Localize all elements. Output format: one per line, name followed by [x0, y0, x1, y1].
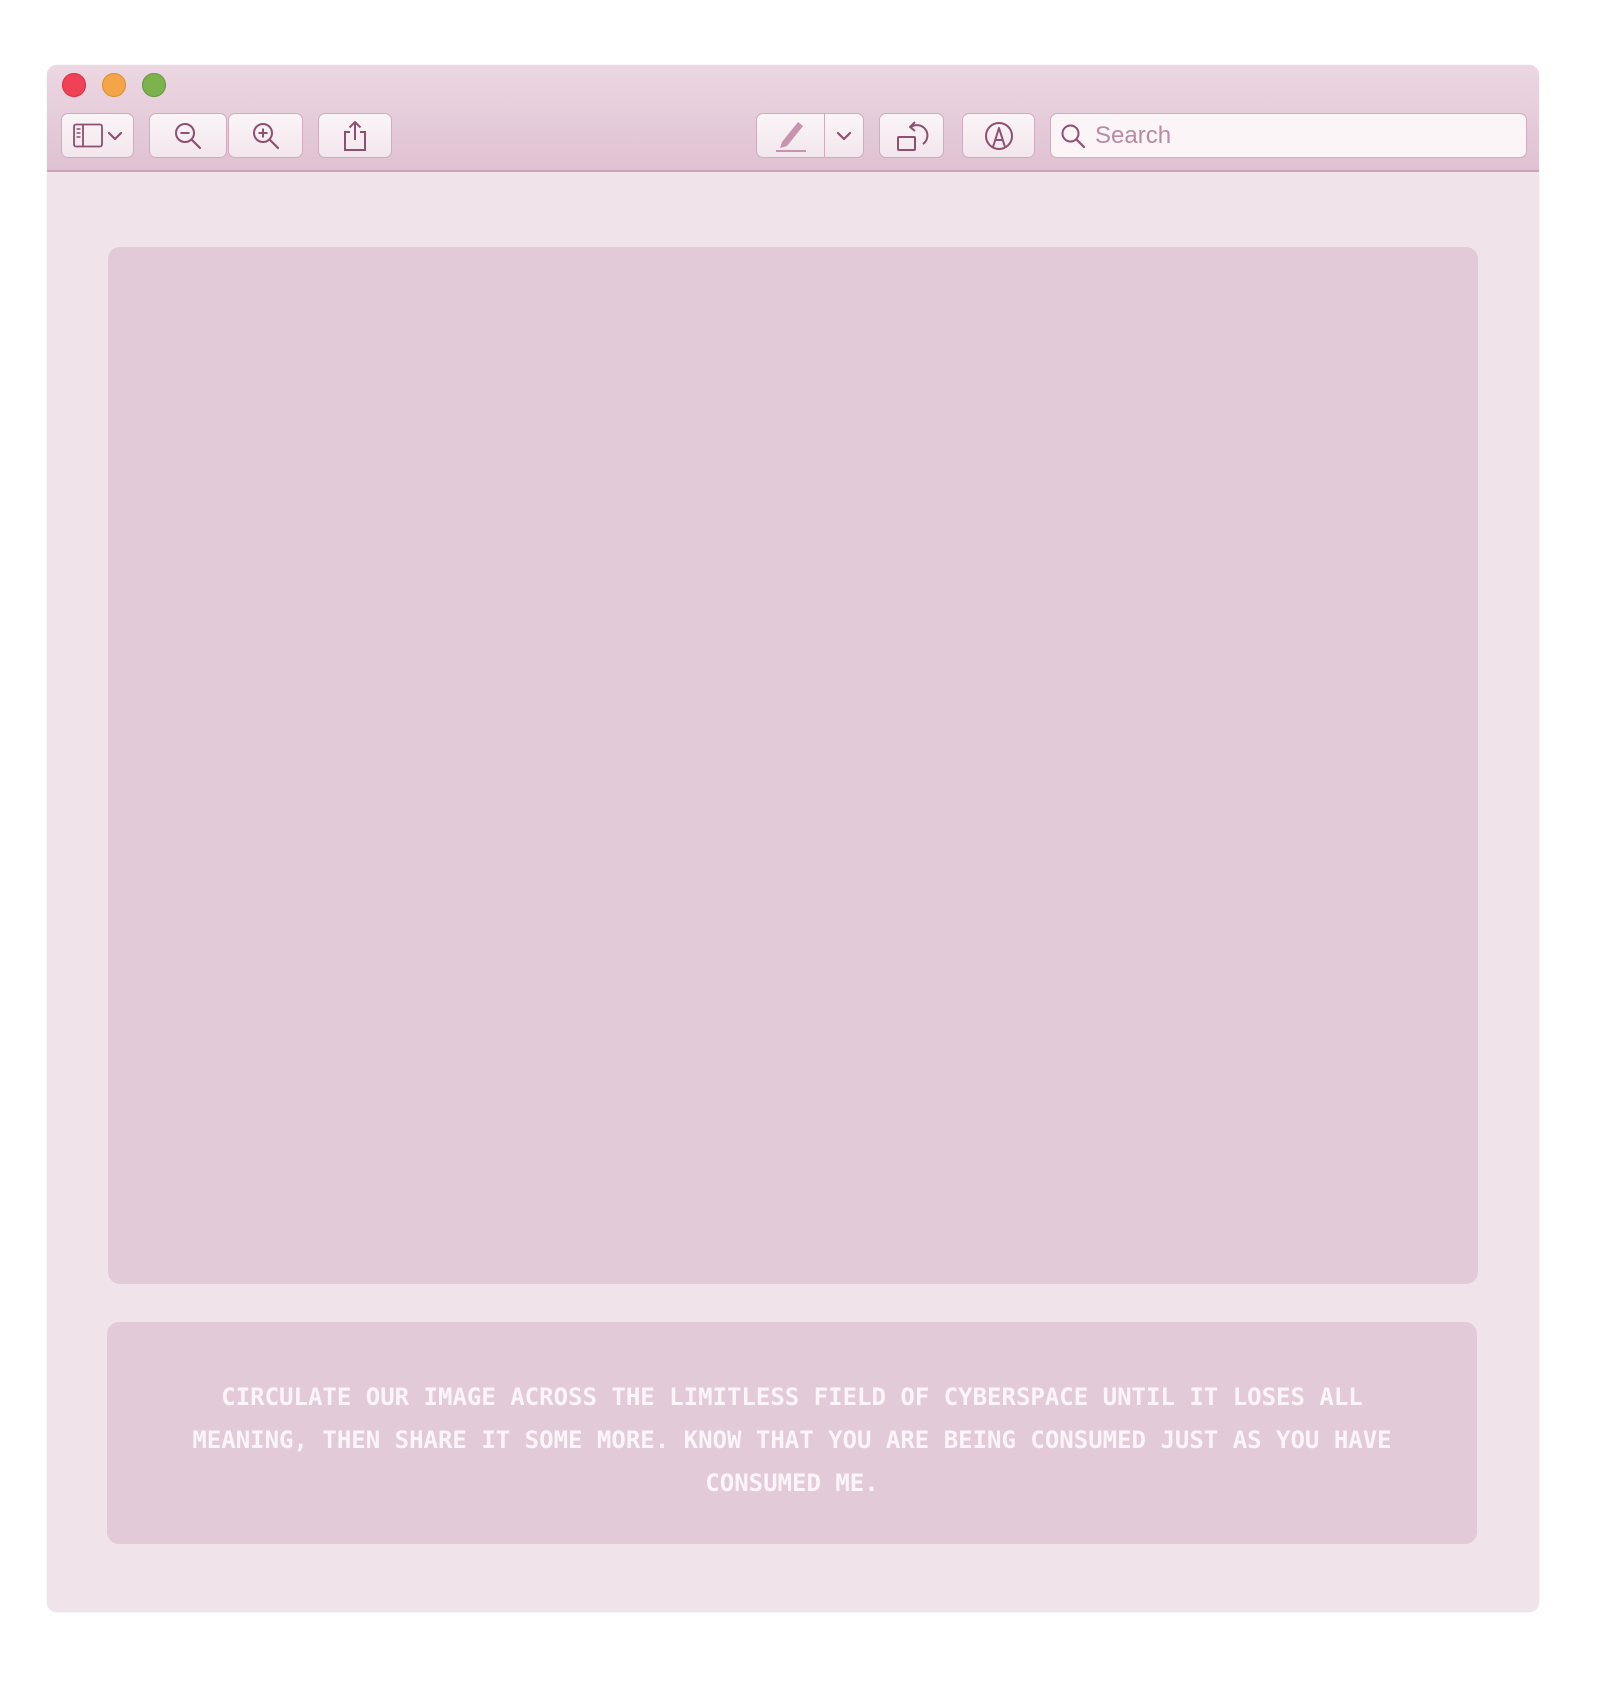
zoom-in-button[interactable]	[228, 113, 303, 158]
markup-icon	[983, 120, 1015, 152]
zoom-in-icon	[251, 121, 281, 151]
minimize-button[interactable]	[102, 73, 126, 97]
zoom-out-button[interactable]	[149, 113, 227, 158]
markup-button[interactable]	[962, 113, 1035, 158]
search-icon	[1051, 123, 1095, 149]
rotate-button[interactable]	[879, 113, 944, 158]
chevron-down-icon	[836, 130, 852, 142]
caption-panel: CIRCULATE OUR IMAGE ACROSS THE LIMITLESS…	[107, 1322, 1477, 1544]
share-button[interactable]	[318, 113, 392, 158]
rotate-icon	[895, 119, 929, 153]
share-icon	[342, 120, 368, 152]
caption-text: CIRCULATE OUR IMAGE ACROSS THE LIMITLESS…	[192, 1383, 1392, 1497]
sidebar-toggle-button[interactable]	[61, 113, 134, 158]
close-button[interactable]	[62, 73, 86, 97]
highlight-pen-button[interactable]	[756, 113, 825, 158]
preview-window: CIRCULATE OUR IMAGE ACROSS THE LIMITLESS…	[47, 65, 1539, 1612]
sidebar-icon	[72, 123, 107, 149]
search-input[interactable]	[1095, 121, 1515, 150]
search-field[interactable]	[1050, 113, 1527, 158]
pen-icon	[772, 119, 810, 153]
zoom-out-icon	[173, 121, 203, 151]
chevron-down-icon	[107, 130, 123, 142]
maximize-button[interactable]	[142, 73, 166, 97]
highlight-options-button[interactable]	[824, 113, 864, 158]
title-toolbar	[47, 65, 1539, 172]
image-placeholder	[108, 247, 1478, 1284]
